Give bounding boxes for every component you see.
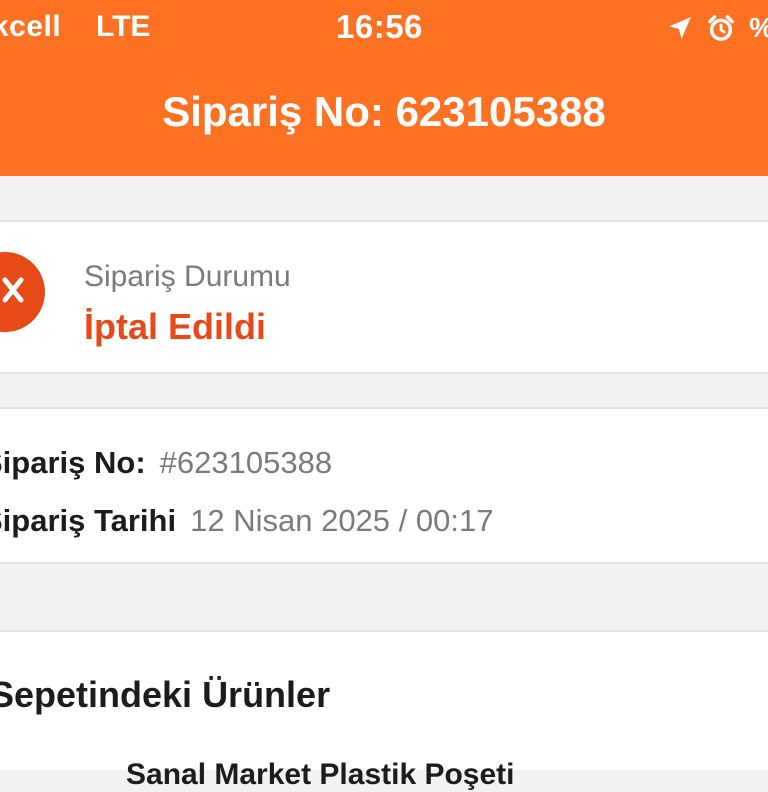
app-header: kcell LTE 16:56 % Sipariş No: 623105388 [0, 0, 768, 176]
alarm-clock-icon [707, 14, 735, 42]
order-status-card: Sipariş Durumu İptal Edildi [0, 220, 768, 374]
cancel-icon [1, 276, 25, 309]
status-badge [0, 252, 45, 332]
status-icons: % [667, 10, 768, 46]
order-number-row: Sipariş No: #623105388 [0, 445, 332, 481]
order-status-value: İptal Edildi [84, 306, 267, 347]
battery-percent: % [749, 12, 768, 44]
network-type: LTE [96, 10, 151, 43]
order-number-label: Sipariş No: [0, 445, 146, 480]
basket-card: Sepetindeki Ürünler Sanal Market Plastik… [0, 630, 768, 791]
basket-title: Sepetindeki Ürünler [0, 674, 331, 715]
order-number-value: #623105388 [159, 445, 333, 480]
order-status-label: Sipariş Durumu [84, 260, 291, 293]
clock: 16:56 [336, 8, 423, 45]
location-arrow-icon [667, 15, 693, 41]
carrier-name: kcell [0, 10, 62, 43]
page-title: Sipariş No: 623105388 [162, 88, 606, 135]
basket-item-name[interactable]: Sanal Market Plastik Poşeti [126, 758, 515, 792]
order-date-label: Sipariş Tarihi [0, 503, 177, 538]
order-info-card: Sipariş No: #623105388 Sipariş Tarihi 12 N… [0, 407, 768, 564]
order-date-row: Sipariş Tarihi 12 Nisan 2025 / 00:17 [0, 503, 493, 539]
order-date-value: 12 Nisan 2025 / 00:17 [190, 503, 494, 538]
